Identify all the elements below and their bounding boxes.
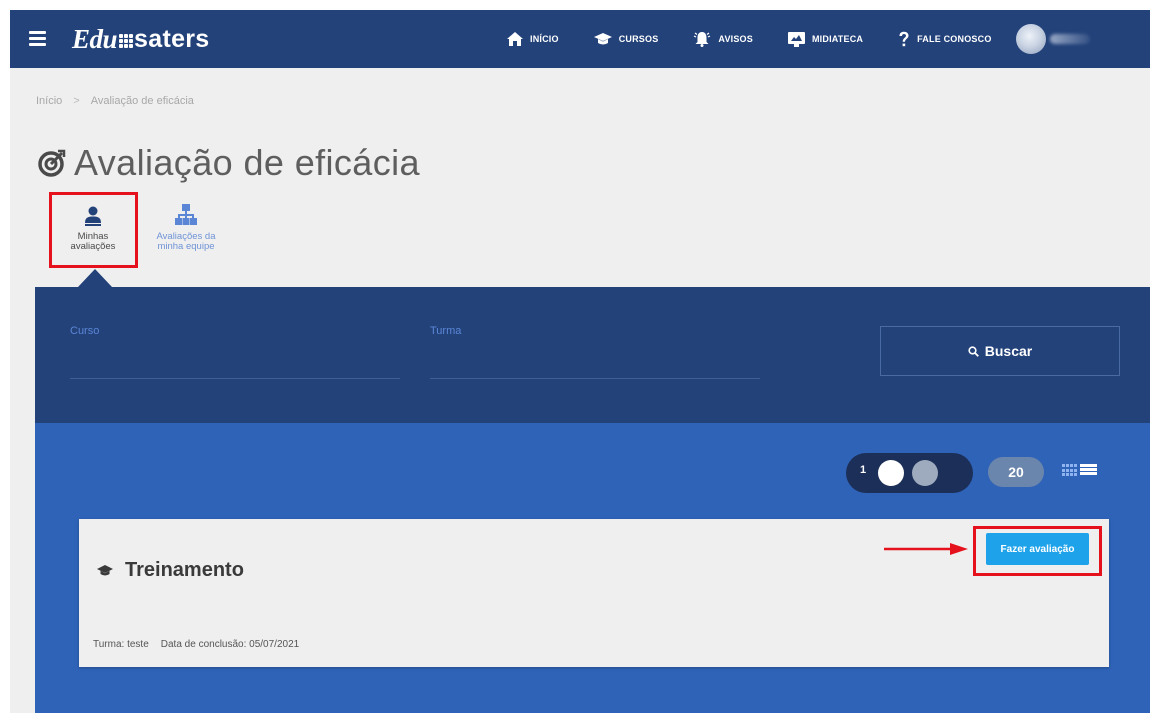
- card-turma: Turma: teste: [93, 639, 149, 650]
- nav-midiateca-label: MIDIATECA: [811, 34, 864, 44]
- nav-fale-conosco[interactable]: FALE CONOSCO: [898, 31, 991, 48]
- media-icon: [787, 31, 805, 47]
- page: Edu saters INÍCIO CURSOS AVISOS MIDIATEC…: [10, 10, 1150, 713]
- brand-name: saters: [134, 24, 210, 53]
- card-header: Treinamento: [97, 559, 244, 582]
- brand-script: Edu: [72, 23, 118, 54]
- turma-underline: [430, 378, 760, 379]
- curso-field[interactable]: Curso: [70, 325, 400, 379]
- card-completion-date: Data de conclusão: 05/07/2021: [160, 639, 300, 650]
- grid-view-icon[interactable]: [1062, 464, 1077, 477]
- tab-team-evaluations-line2: minha equipe: [157, 241, 215, 252]
- nav-cursos-label: CURSOS: [618, 34, 659, 44]
- nav-inicio-label: INÍCIO: [530, 34, 559, 44]
- nav-cursos[interactable]: CURSOS: [593, 32, 659, 46]
- menu-icon[interactable]: [29, 31, 46, 46]
- filter-panel: Curso Turma Buscar: [35, 287, 1150, 423]
- breadcrumb: Início > Avaliação de eficácia: [36, 95, 194, 107]
- brand-mark-icon: [119, 34, 134, 48]
- items-per-page[interactable]: 20: [988, 457, 1044, 487]
- tab-team-evaluations[interactable]: Avaliações da minha equipe: [143, 198, 229, 264]
- list-view-icon[interactable]: [1080, 464, 1097, 477]
- search-button[interactable]: Buscar: [880, 326, 1120, 376]
- current-page-number: 1: [860, 464, 867, 476]
- bell-icon: [694, 32, 711, 47]
- search-icon: [968, 345, 979, 357]
- active-tab-caret: [78, 269, 112, 287]
- page-switcher[interactable]: 1: [846, 453, 973, 493]
- breadcrumb-current: Avaliação de eficácia: [90, 95, 194, 107]
- nav-avisos-label: AVISOS: [718, 34, 753, 44]
- top-navigation-bar: Edu saters INÍCIO CURSOS AVISOS MIDIATEC…: [10, 10, 1150, 68]
- nav-fale-conosco-label: FALE CONOSCO: [917, 34, 992, 44]
- breadcrumb-separator: >: [73, 95, 80, 107]
- turma-label: Turma: [430, 325, 462, 337]
- target-icon: [38, 149, 66, 177]
- nav-avisos[interactable]: AVISOS: [693, 31, 753, 47]
- evaluation-card: Treinamento Turma: teste Data de conclus…: [79, 519, 1109, 667]
- brand-logo[interactable]: Edu saters: [72, 21, 210, 57]
- highlight-box-tab: [49, 192, 138, 268]
- home-icon: [507, 32, 523, 46]
- card-title: Treinamento: [125, 559, 244, 581]
- user-name-blurred: [1049, 34, 1090, 44]
- graduation-cap-icon: [97, 564, 113, 575]
- search-button-label: Buscar: [984, 343, 1033, 359]
- results-panel: 1 20 Treinamento Turma: teste Data de co…: [35, 423, 1150, 713]
- card-meta: Turma: teste Data de conclusão: 05/07/20…: [93, 639, 299, 650]
- avatar[interactable]: [1015, 24, 1046, 54]
- curso-underline: [70, 378, 400, 379]
- org-chart-icon: [175, 200, 197, 226]
- page-toggle-next[interactable]: [912, 460, 938, 486]
- page-toggle-active[interactable]: [878, 460, 904, 486]
- do-evaluation-button[interactable]: Fazer avaliação: [986, 533, 1089, 565]
- breadcrumb-home[interactable]: Início: [36, 95, 62, 107]
- page-header: Avaliação de eficácia: [38, 142, 420, 184]
- question-icon: [899, 31, 909, 46]
- nav-inicio[interactable]: INÍCIO: [507, 32, 559, 46]
- turma-field[interactable]: Turma: [430, 325, 760, 379]
- curso-label: Curso: [70, 325, 100, 337]
- graduation-cap-icon: [593, 32, 612, 44]
- nav-midiateca[interactable]: MIDIATECA: [787, 31, 864, 47]
- page-title: Avaliação de eficácia: [74, 142, 420, 183]
- annotation-arrow-icon: [884, 543, 968, 555]
- tab-team-evaluations-label: Avaliações da minha equipe: [157, 232, 216, 252]
- main-nav: INÍCIO CURSOS AVISOS MIDIATECA FALE CONO…: [507, 10, 1090, 68]
